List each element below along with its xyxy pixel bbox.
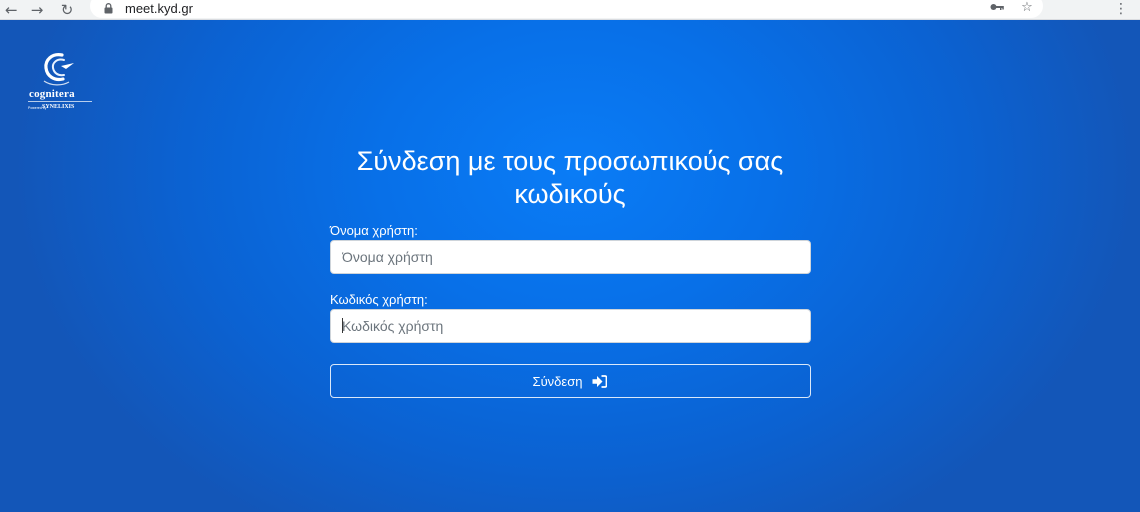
username-input[interactable] (330, 240, 811, 274)
username-label: Όνομα χρήστη: (330, 223, 418, 238)
kebab-menu-icon[interactable]: ⋮ (1114, 1, 1128, 17)
arrow-right-icon[interactable]: → (22, 0, 52, 20)
password-label: Κωδικός χρήστη: (330, 292, 428, 307)
url-text[interactable]: meet.kyd.gr (125, 1, 193, 16)
browser-toolbar: ← → ↻ meet.kyd.gr ☆ ⋮ (0, 0, 1140, 20)
login-button[interactable]: Σύνδεση (330, 364, 811, 398)
reload-icon[interactable]: ↻ (52, 0, 82, 20)
logo-brand: SYNELIXIS (42, 104, 75, 110)
address-bar[interactable]: meet.kyd.gr ☆ (90, 0, 1043, 18)
key-icon[interactable] (989, 0, 1005, 14)
password-input[interactable] (330, 309, 811, 343)
text-caret (342, 318, 343, 333)
lock-icon[interactable] (102, 2, 114, 14)
star-icon[interactable]: ☆ (1019, 0, 1035, 15)
cognitera-logo-mark (43, 53, 74, 86)
logo-divider (28, 101, 92, 102)
arrow-left-icon[interactable]: ← (0, 0, 22, 20)
sign-in-icon (592, 374, 608, 388)
login-button-label: Σύνδεση (532, 373, 583, 389)
logo-name: cognitera (29, 88, 75, 100)
page-title: Σύνδεση με τους προσωπικούς σας κωδικούς (356, 146, 784, 209)
cognitera-logo: cognitera Powered by SYNELIXIS (28, 50, 98, 116)
